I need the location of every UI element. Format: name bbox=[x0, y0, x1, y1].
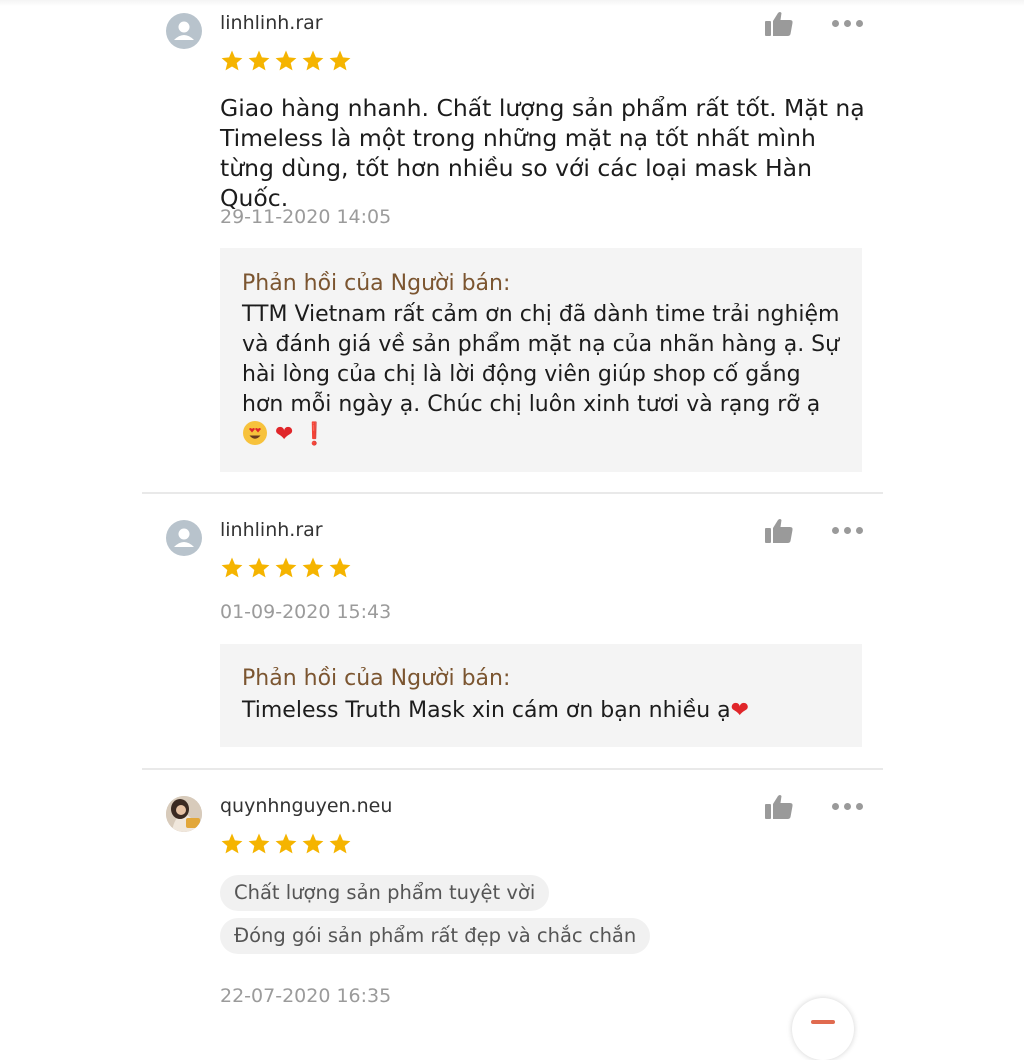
thumbs-up-icon[interactable] bbox=[764, 793, 794, 821]
more-options-icon[interactable] bbox=[832, 525, 864, 537]
thumbs-up-icon[interactable] bbox=[764, 10, 794, 38]
review-item: linhlinh.rar 01-09-2020 15:43 Phản hồi c… bbox=[142, 494, 883, 768]
star-icon bbox=[248, 833, 270, 854]
star-rating bbox=[220, 556, 352, 580]
star-icon bbox=[221, 557, 243, 578]
more-options-icon[interactable] bbox=[832, 18, 864, 30]
review-item: quynhnguyen.neu Chất lượng sản phẩm tuyệ… bbox=[142, 770, 883, 1024]
star-icon bbox=[329, 557, 351, 578]
username[interactable]: linhlinh.rar bbox=[220, 12, 323, 34]
star-icon bbox=[248, 50, 270, 71]
star-icon bbox=[221, 50, 243, 71]
exclamation-emoji-icon: ❗ bbox=[300, 422, 328, 447]
star-icon bbox=[221, 833, 243, 854]
seller-reply-box: Phản hồi của Người bán: Timeless Truth M… bbox=[220, 644, 862, 747]
star-icon bbox=[275, 833, 297, 854]
review-timestamp: 01-09-2020 15:43 bbox=[220, 601, 392, 623]
star-rating bbox=[220, 49, 352, 73]
heart-eyes-emoji-icon bbox=[243, 421, 267, 445]
star-icon bbox=[302, 557, 324, 578]
star-icon bbox=[302, 833, 324, 854]
user-icon bbox=[174, 528, 194, 547]
seller-reply-text: Timeless Truth Mask xin cám ơn bạn nhiều… bbox=[242, 696, 842, 726]
review-tag[interactable]: Đóng gói sản phẩm rất đẹp và chắc chắn bbox=[220, 918, 651, 954]
star-icon bbox=[302, 50, 324, 71]
thumbs-up-icon[interactable] bbox=[764, 517, 794, 545]
user-avatar[interactable] bbox=[166, 13, 202, 49]
review-tag[interactable]: Chất lượng sản phẩm tuyệt vời bbox=[220, 875, 550, 911]
user-icon bbox=[174, 21, 194, 40]
user-avatar[interactable] bbox=[166, 520, 202, 556]
review-comment: Giao hàng nhanh. Chất lượng sản phẩm rất… bbox=[220, 94, 865, 212]
review-timestamp: 22-07-2020 16:35 bbox=[220, 985, 392, 1007]
star-icon bbox=[248, 557, 270, 578]
star-icon bbox=[329, 833, 351, 854]
seller-reply-body: Timeless Truth Mask xin cám ơn bạn nhiều… bbox=[242, 698, 731, 723]
seller-reply-text: TTM Vietnam rất cảm ơn chị đã dành time … bbox=[242, 300, 842, 450]
review-timestamp: 29-11-2020 14:05 bbox=[220, 206, 392, 228]
star-icon bbox=[329, 50, 351, 71]
user-photo-icon bbox=[166, 796, 202, 832]
star-icon bbox=[275, 50, 297, 71]
seller-reply-body: TTM Vietnam rất cảm ơn chị đã dành time … bbox=[242, 302, 840, 417]
star-icon bbox=[275, 557, 297, 578]
username[interactable]: linhlinh.rar bbox=[220, 519, 323, 541]
seller-reply-box: Phản hồi của Người bán: TTM Vietnam rất … bbox=[220, 248, 862, 472]
seller-reply-title: Phản hồi của Người bán: bbox=[242, 666, 511, 691]
username[interactable]: quynhnguyen.neu bbox=[220, 795, 392, 817]
scroll-button-icon[interactable] bbox=[792, 998, 854, 1060]
seller-reply-title: Phản hồi của Người bán: bbox=[242, 271, 511, 296]
heart-emoji-icon: ❤ bbox=[275, 422, 294, 447]
review-item: linhlinh.rar Giao hàng nhanh. Chất lượng… bbox=[142, 0, 883, 492]
more-options-icon[interactable] bbox=[832, 801, 864, 813]
star-rating bbox=[220, 832, 352, 856]
heart-emoji-icon: ❤ bbox=[730, 698, 750, 723]
user-avatar[interactable] bbox=[166, 796, 202, 832]
